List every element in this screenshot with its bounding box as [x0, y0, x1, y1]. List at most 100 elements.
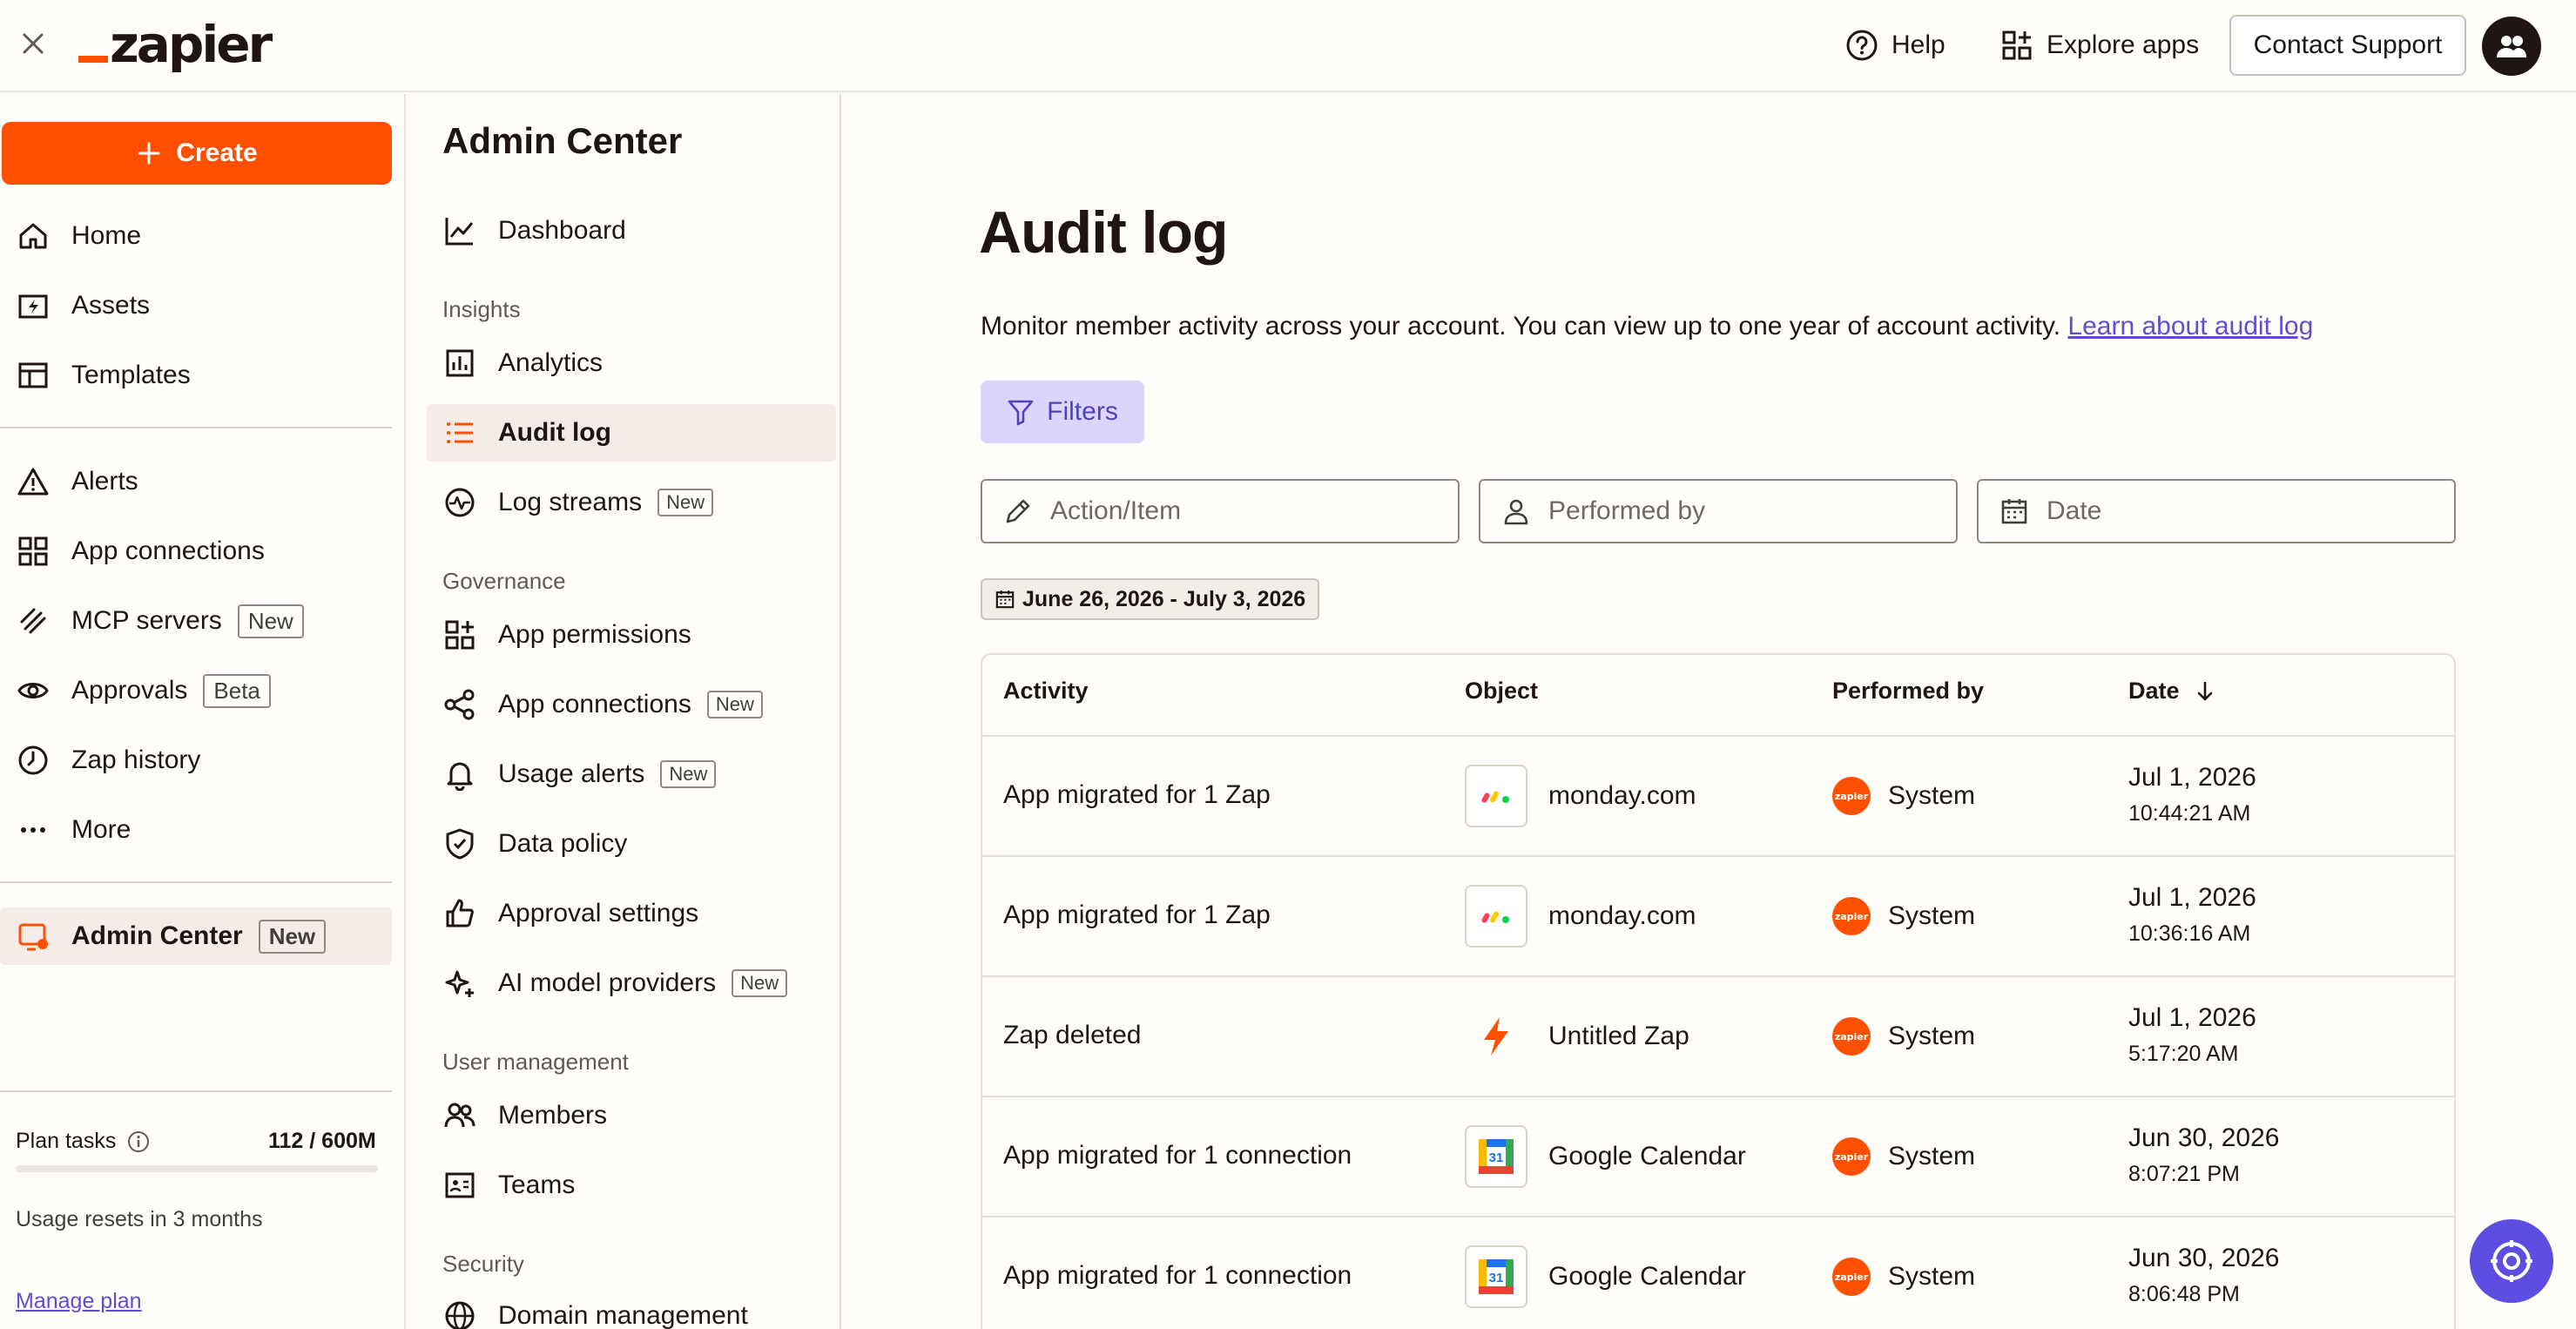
column-header-performed-by[interactable]: Performed by — [1832, 678, 1984, 705]
activity-cell: App migrated for 1 Zap — [1003, 901, 1271, 929]
date-range-chip[interactable]: June 26, 2026 - July 3, 2026 — [981, 578, 1320, 620]
account-avatar[interactable] — [2482, 17, 2541, 76]
help-label: Help — [1892, 30, 1945, 59]
shield-icon — [442, 826, 477, 861]
performed-by-name: System — [1888, 1262, 1976, 1291]
column-header-date[interactable]: Date — [2128, 678, 2216, 705]
table-row[interactable]: App migrated for 1 Zap monday.com zapier… — [982, 737, 2454, 857]
admin-item-ai-model-providers[interactable]: AI model providers New — [427, 955, 836, 1012]
filters-button[interactable]: Filters — [981, 381, 1144, 443]
performed-by-cell: zapier System — [1832, 1137, 1975, 1176]
close-icon[interactable] — [16, 26, 51, 61]
info-icon[interactable] — [126, 1130, 151, 1154]
admin-item-teams[interactable]: Teams — [427, 1157, 836, 1214]
bell-icon — [442, 757, 477, 792]
sort-down-arrow-icon — [2194, 680, 2216, 703]
object-cell[interactable]: monday.com — [1465, 765, 1696, 827]
date-range-label: June 26, 2026 - July 3, 2026 — [1022, 586, 1306, 611]
table-row[interactable]: App migrated for 1 connection 31 Google … — [982, 1097, 2454, 1218]
admin-center-nav: Admin Center Dashboard Insights Analytic… — [408, 94, 841, 1329]
ai-assistant-button[interactable] — [2470, 1219, 2553, 1303]
date-value: Jun 30, 2026 — [2128, 1244, 2280, 1272]
sidebar-item-zap-history[interactable]: Zap history — [0, 732, 392, 789]
new-badge: New — [706, 691, 763, 718]
time-value: 10:44:21 AM — [2128, 801, 2251, 826]
object-cell[interactable]: 31 Google Calendar — [1465, 1245, 1746, 1308]
admin-item-domain-management[interactable]: Domain management — [427, 1287, 836, 1329]
templates-icon — [16, 358, 51, 393]
object-name: Google Calendar — [1548, 1142, 1746, 1170]
page-title: Audit log — [979, 199, 1229, 266]
list-icon — [442, 415, 477, 450]
performed-by-filter[interactable]: Performed by — [1479, 479, 1958, 543]
time-value: 5:17:20 AM — [2128, 1042, 2239, 1066]
admin-item-label: Dashboard — [498, 216, 626, 245]
svg-text:31: 31 — [1489, 1150, 1504, 1165]
sidebar-item-app-connections[interactable]: App connections — [0, 523, 392, 580]
create-button[interactable]: Create — [2, 122, 392, 185]
help-link[interactable]: Help — [1844, 24, 1945, 66]
sidebar-item-mcp-servers[interactable]: MCP servers New — [0, 592, 392, 650]
sidebar-item-label: Home — [71, 221, 142, 250]
date-value: Jul 1, 2026 — [2128, 1003, 2256, 1032]
zapier-system-icon: zapier — [1832, 1137, 1871, 1176]
sidebar-item-label: Admin Center — [71, 921, 243, 950]
admin-item-usage-alerts[interactable]: Usage alerts New — [427, 745, 836, 803]
object-cell[interactable]: 31 Google Calendar — [1465, 1125, 1746, 1188]
admin-item-label: AI model providers — [498, 968, 717, 997]
sidebar-item-home[interactable]: Home — [0, 207, 392, 265]
sidebar-item-templates[interactable]: Templates — [0, 347, 392, 404]
sparkle-icon — [442, 966, 477, 1001]
action-item-filter[interactable]: Action/Item — [981, 479, 1460, 543]
object-cell[interactable]: Untitled Zap — [1465, 1005, 1689, 1068]
explore-apps-label: Explore apps — [2047, 30, 2200, 59]
admin-item-data-policy[interactable]: Data policy — [427, 815, 836, 873]
admin-item-audit-log[interactable]: Audit log — [427, 404, 836, 462]
sidebar-item-alerts[interactable]: Alerts — [0, 453, 392, 510]
table-row[interactable]: App migrated for 1 connection 31 Google … — [982, 1218, 2454, 1329]
svg-text:31: 31 — [1489, 1271, 1504, 1285]
admin-item-approval-settings[interactable]: Approval settings — [427, 885, 836, 942]
table-row[interactable]: Zap deleted Untitled Zap zapier System J… — [982, 977, 2454, 1097]
alert-icon — [16, 464, 51, 499]
column-header-object[interactable]: Object — [1465, 678, 1538, 705]
date-filter[interactable]: Date — [1977, 479, 2456, 543]
google-calendar-icon: 31 — [1465, 1245, 1527, 1308]
admin-item-dashboard[interactable]: Dashboard — [427, 202, 836, 260]
object-name: monday.com — [1548, 901, 1696, 930]
help-icon — [1844, 28, 1879, 63]
admin-item-app-connections[interactable]: App connections New — [427, 676, 836, 733]
admin-item-app-permissions[interactable]: App permissions — [427, 606, 836, 664]
admin-item-log-streams[interactable]: Log streams New — [427, 474, 836, 531]
object-cell[interactable]: monday.com — [1465, 885, 1696, 948]
section-governance: Governance — [442, 568, 566, 594]
time-value: 8:06:48 PM — [2128, 1282, 2240, 1306]
contact-support-button[interactable]: Contact Support — [2229, 15, 2466, 76]
explore-apps-link[interactable]: Explore apps — [1999, 24, 2199, 66]
sidebar-item-assets[interactable]: Assets — [0, 277, 392, 334]
sidebar-item-label: Zap history — [71, 745, 201, 774]
sidebar-item-approvals[interactable]: Approvals Beta — [0, 662, 392, 719]
explore-apps-icon — [1999, 28, 2034, 63]
logo-underscore — [78, 56, 108, 63]
admin-item-analytics[interactable]: Analytics — [427, 334, 836, 392]
members-icon — [442, 1098, 477, 1133]
description-text: Monitor member activity across your acco… — [981, 312, 2061, 341]
learn-about-audit-log-link[interactable]: Learn about audit log — [2067, 312, 2313, 341]
section-insights: Insights — [442, 296, 521, 322]
sidebar-item-more[interactable]: More — [0, 801, 392, 859]
mcp-icon — [16, 604, 51, 638]
column-header-activity[interactable]: Activity — [1003, 678, 1089, 705]
zapier-system-icon: zapier — [1832, 777, 1871, 815]
plus-icon — [136, 140, 162, 166]
sidebar-item-admin-center[interactable]: Admin Center New — [0, 907, 392, 965]
table-row[interactable]: App migrated for 1 Zap monday.com zapier… — [982, 857, 2454, 977]
calendar-icon — [995, 589, 1015, 610]
plan-tasks-progress — [16, 1165, 378, 1172]
zapier-logo[interactable]: zapier — [78, 14, 273, 75]
more-icon — [16, 813, 51, 847]
admin-item-label: Domain management — [498, 1301, 748, 1329]
admin-item-members[interactable]: Members — [427, 1087, 836, 1144]
manage-plan-link[interactable]: Manage plan — [16, 1289, 142, 1314]
admin-item-label: Usage alerts — [498, 759, 645, 788]
